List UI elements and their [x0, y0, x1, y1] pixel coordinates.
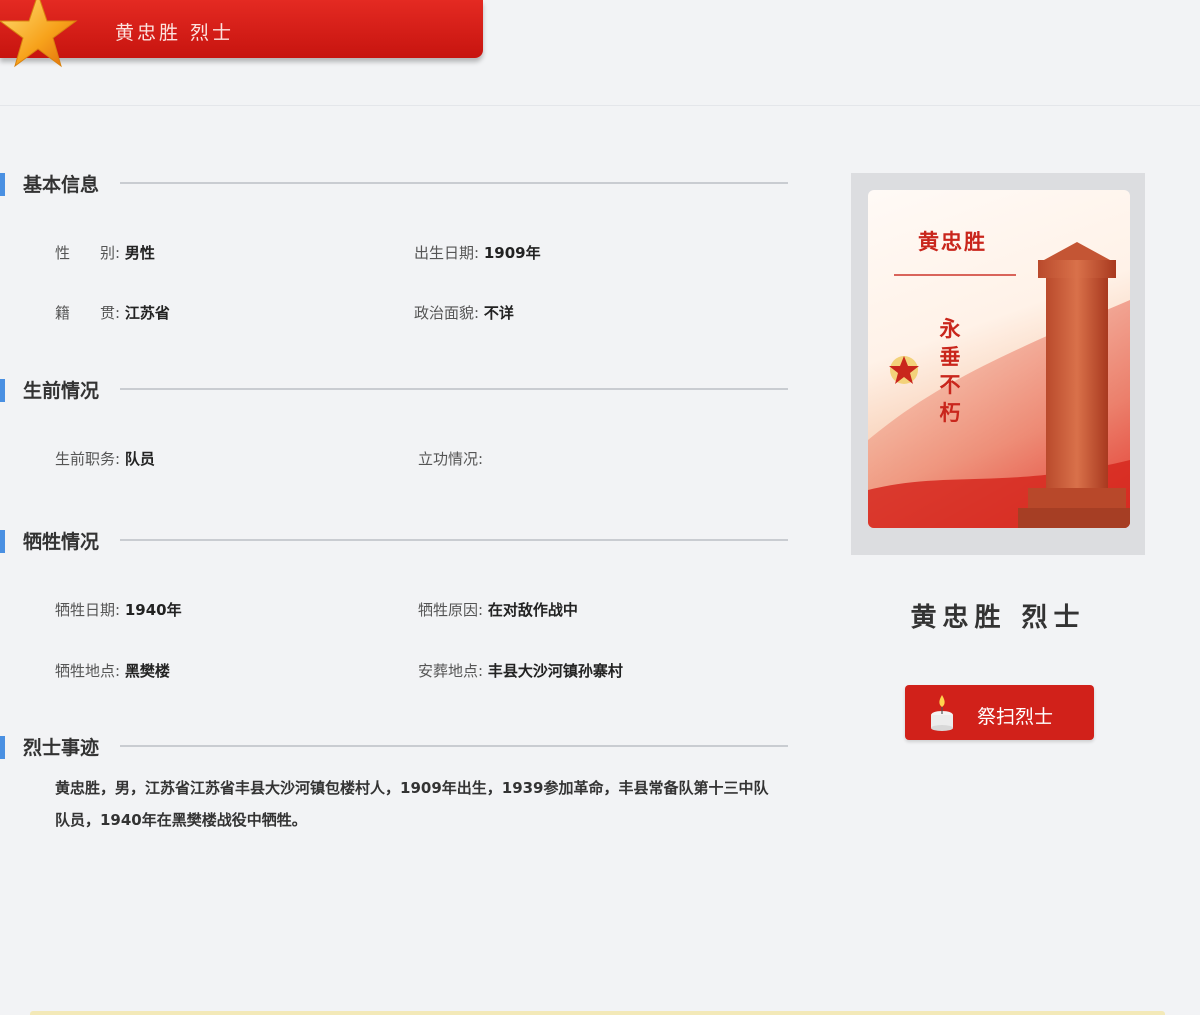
section-divider — [120, 388, 788, 390]
header-banner: 黄忠胜 烈士 — [0, 0, 483, 68]
field-label: 政治面貌 — [414, 304, 475, 322]
star-icon — [0, 0, 78, 68]
field-merit: 立功情况: — [418, 450, 484, 468]
field-label: 出生日期 — [414, 244, 475, 262]
section-title-sacrifice: 牺牲情况 — [23, 531, 100, 553]
field-sacrifice-date: 牺牲日期: 1940年 — [55, 601, 182, 619]
field-value: 队员 — [124, 450, 155, 468]
portrait-image: 黄忠胜 永垂不朽 — [868, 190, 1130, 528]
section-sacrifice: 牺牲情况 — [0, 527, 790, 555]
monument-illustration — [868, 242, 1130, 528]
field-birth-date: 出生日期: 1909年 — [414, 244, 541, 262]
tribute-button[interactable]: 祭扫烈士 — [905, 685, 1094, 740]
field-label: 牺牲原因 — [418, 601, 479, 619]
field-label: 立功情况 — [418, 450, 479, 468]
martyr-name: 黄忠胜 烈士 — [910, 603, 1086, 633]
page-title: 黄忠胜 烈士 — [115, 22, 235, 44]
section-divider — [120, 745, 788, 747]
field-value: 江苏省 — [124, 304, 170, 322]
section-basic-info: 基本信息 — [0, 170, 790, 198]
section-marker — [0, 736, 5, 759]
section-marker — [0, 379, 5, 402]
field-label: 安葬地点 — [418, 662, 479, 680]
divider — [0, 105, 1200, 106]
field-value: 黑樊楼 — [124, 662, 170, 680]
field-political-status: 政治面貌: 不详 — [414, 304, 514, 322]
field-value: 男性 — [124, 244, 155, 262]
field-label: 牺牲地点 — [55, 662, 116, 680]
field-sacrifice-place: 牺牲地点: 黑樊楼 — [55, 662, 170, 680]
field-value: 1909年 — [483, 244, 541, 262]
section-marker — [0, 173, 5, 196]
bottom-strip — [30, 1011, 1165, 1015]
field-label: 生前职务 — [55, 450, 116, 468]
portrait-underline — [894, 274, 1016, 276]
field-native-place: 籍 贯: 江苏省 — [55, 304, 170, 322]
portrait-slogan: 永垂不朽 — [939, 317, 961, 425]
field-value: 在对敌作战中 — [487, 601, 578, 619]
portrait-frame: 黄忠胜 永垂不朽 — [851, 173, 1145, 555]
field-value: 不详 — [483, 304, 514, 322]
candle-icon — [931, 695, 953, 731]
section-title-life: 生前情况 — [23, 380, 100, 402]
portrait-name: 黄忠胜 — [918, 230, 987, 254]
field-label: 性 别 — [55, 244, 116, 262]
field-value: 丰县大沙河镇孙寨村 — [487, 662, 623, 680]
field-label: 籍 贯 — [55, 304, 116, 322]
section-marker — [0, 530, 5, 553]
section-title-basic: 基本信息 — [23, 174, 100, 196]
section-divider — [120, 539, 788, 541]
section-life: 生前情况 — [0, 376, 790, 404]
field-label: 牺牲日期 — [55, 601, 116, 619]
field-sacrifice-reason: 牺牲原因: 在对敌作战中 — [418, 601, 578, 619]
field-value: 1940年 — [124, 601, 182, 619]
section-deeds: 烈士事迹 — [0, 733, 790, 761]
section-title-deeds: 烈士事迹 — [23, 737, 100, 759]
deeds-text: 黄忠胜，男，江苏省江苏省丰县大沙河镇包楼村人，1909年出生，1939参加革命，… — [55, 779, 769, 829]
field-burial-place: 安葬地点: 丰县大沙河镇孙寨村 — [418, 662, 623, 680]
section-divider — [120, 182, 788, 184]
field-gender: 性 别: 男性 — [55, 244, 155, 262]
tribute-button-label: 祭扫烈士 — [977, 706, 1054, 728]
field-position: 生前职务: 队员 — [55, 450, 155, 468]
